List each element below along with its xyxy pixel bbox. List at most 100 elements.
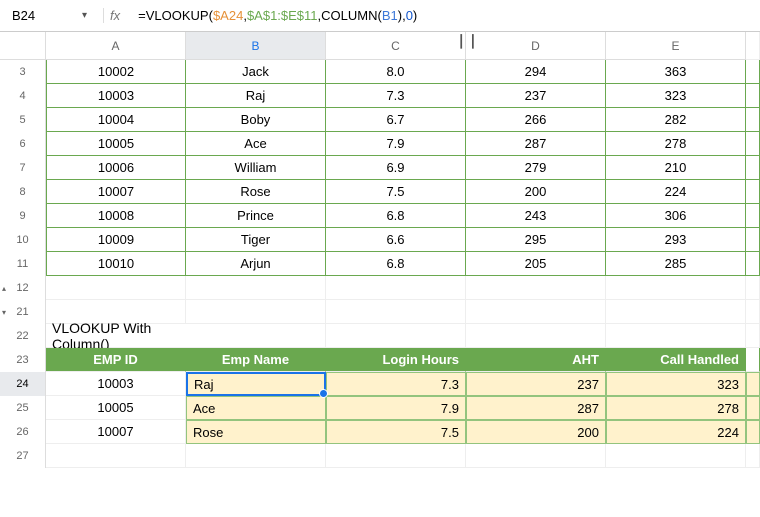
cell[interactable] xyxy=(746,108,760,132)
cell[interactable]: 10007 xyxy=(46,180,186,204)
cell[interactable]: 285 xyxy=(606,252,746,276)
selected-cell[interactable]: Raj xyxy=(186,372,326,396)
cell[interactable] xyxy=(746,252,760,276)
cell[interactable]: 7.5 xyxy=(326,180,466,204)
cell[interactable] xyxy=(746,396,760,420)
cell[interactable]: 6.8 xyxy=(326,252,466,276)
cell[interactable]: 10004 xyxy=(46,108,186,132)
cell[interactable] xyxy=(466,324,606,348)
row-header[interactable]: 27 xyxy=(0,444,46,468)
cell[interactable]: 205 xyxy=(466,252,606,276)
cell[interactable] xyxy=(746,300,760,324)
cell[interactable]: 10003 xyxy=(46,372,186,396)
cell[interactable]: 287 xyxy=(466,396,606,420)
cell[interactable] xyxy=(466,276,606,300)
cell[interactable]: Ace xyxy=(186,132,326,156)
col-header-active[interactable]: B xyxy=(186,32,326,60)
select-all-corner[interactable] xyxy=(0,32,46,60)
cell[interactable]: Rose xyxy=(186,180,326,204)
cell[interactable]: 6.8 xyxy=(326,204,466,228)
cell[interactable]: 293 xyxy=(606,228,746,252)
cell[interactable]: 7.3 xyxy=(326,372,466,396)
row-header[interactable]: 7 xyxy=(0,156,46,180)
cell[interactable] xyxy=(606,444,746,468)
cell[interactable]: 237 xyxy=(466,84,606,108)
row-header[interactable]: 10 xyxy=(0,228,46,252)
collapse-up-icon[interactable]: ▴ xyxy=(2,284,6,293)
row-header[interactable]: 4 xyxy=(0,84,46,108)
row-header[interactable]: 5 xyxy=(0,108,46,132)
row-header[interactable]: 8 xyxy=(0,180,46,204)
cell[interactable] xyxy=(746,324,760,348)
cell[interactable]: Prince xyxy=(186,204,326,228)
cell[interactable]: 10010 xyxy=(46,252,186,276)
cell[interactable] xyxy=(746,156,760,180)
cell[interactable] xyxy=(746,132,760,156)
cell[interactable] xyxy=(746,348,760,372)
cell[interactable]: William xyxy=(186,156,326,180)
row-header[interactable]: 3 xyxy=(0,60,46,84)
cell[interactable]: 10008 xyxy=(46,204,186,228)
cell[interactable]: 10002 xyxy=(46,60,186,84)
cell[interactable] xyxy=(326,276,466,300)
cell[interactable] xyxy=(606,276,746,300)
header-cell[interactable]: Emp Name xyxy=(186,348,326,372)
cell[interactable]: 10005 xyxy=(46,396,186,420)
row-header[interactable]: 22 xyxy=(0,324,46,348)
formula-input[interactable]: =VLOOKUP( $A24 , $A$1:$E$11 ,COLUMN( B1 … xyxy=(138,4,756,28)
cell[interactable]: 10009 xyxy=(46,228,186,252)
cell[interactable]: 237 xyxy=(466,372,606,396)
cell[interactable]: Arjun xyxy=(186,252,326,276)
cell[interactable]: 200 xyxy=(466,420,606,444)
cell[interactable]: 306 xyxy=(606,204,746,228)
section-title-cell[interactable]: VLOOKUP With Column() xyxy=(46,324,186,348)
header-cell[interactable]: EMP ID xyxy=(46,348,186,372)
cell[interactable]: Rose xyxy=(186,420,326,444)
cell[interactable] xyxy=(326,300,466,324)
collapse-down-icon[interactable]: ▾ xyxy=(2,308,6,317)
row-header[interactable]: 23 xyxy=(0,348,46,372)
cell[interactable]: 282 xyxy=(606,108,746,132)
hidden-columns-icon[interactable]: ❘ ❘ xyxy=(455,32,476,49)
header-cell[interactable]: Call Handled xyxy=(606,348,746,372)
cell[interactable]: 278 xyxy=(606,132,746,156)
cell[interactable]: Boby xyxy=(186,108,326,132)
cell[interactable]: 243 xyxy=(466,204,606,228)
cell[interactable]: 10005 xyxy=(46,132,186,156)
cell[interactable]: Raj xyxy=(186,84,326,108)
row-header[interactable]: 11 xyxy=(0,252,46,276)
cell[interactable] xyxy=(466,444,606,468)
cell[interactable]: 278 xyxy=(606,396,746,420)
row-header[interactable]: 6 xyxy=(0,132,46,156)
cell[interactable] xyxy=(186,276,326,300)
cell[interactable] xyxy=(746,444,760,468)
col-header[interactable]: C xyxy=(326,32,466,60)
cell[interactable]: 7.3 xyxy=(326,84,466,108)
cell[interactable] xyxy=(46,444,186,468)
cell[interactable] xyxy=(186,324,326,348)
cell[interactable]: 287 xyxy=(466,132,606,156)
cell[interactable]: 294 xyxy=(466,60,606,84)
name-box[interactable]: B24 xyxy=(4,4,74,28)
cell[interactable]: 8.0 xyxy=(326,60,466,84)
row-header[interactable]: ▴12 xyxy=(0,276,46,300)
cell[interactable]: 224 xyxy=(606,180,746,204)
cell[interactable]: 6.6 xyxy=(326,228,466,252)
cell[interactable] xyxy=(326,444,466,468)
cell[interactable] xyxy=(746,372,760,396)
row-header[interactable]: ▾21 xyxy=(0,300,46,324)
col-header[interactable]: E xyxy=(606,32,746,60)
cell[interactable]: 210 xyxy=(606,156,746,180)
cell[interactable]: 6.7 xyxy=(326,108,466,132)
cell[interactable]: 10003 xyxy=(46,84,186,108)
cell[interactable]: 7.9 xyxy=(326,132,466,156)
cell[interactable]: 200 xyxy=(466,180,606,204)
cell[interactable]: 7.9 xyxy=(326,396,466,420)
cell[interactable] xyxy=(606,324,746,348)
cell[interactable]: 7.5 xyxy=(326,420,466,444)
cell[interactable]: Tiger xyxy=(186,228,326,252)
header-cell[interactable]: Login Hours xyxy=(326,348,466,372)
fx-icon[interactable]: fx xyxy=(103,8,126,23)
cell[interactable]: 10007 xyxy=(46,420,186,444)
cell[interactable]: 323 xyxy=(606,84,746,108)
